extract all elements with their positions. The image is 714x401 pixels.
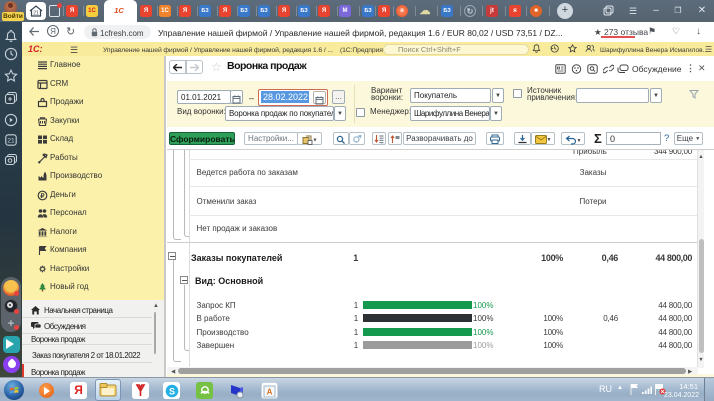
svg-text:21: 21: [7, 138, 15, 145]
svg-text:S: S: [168, 386, 174, 396]
svg-text:A: A: [267, 387, 273, 396]
svg-text:21: 21: [33, 11, 39, 17]
